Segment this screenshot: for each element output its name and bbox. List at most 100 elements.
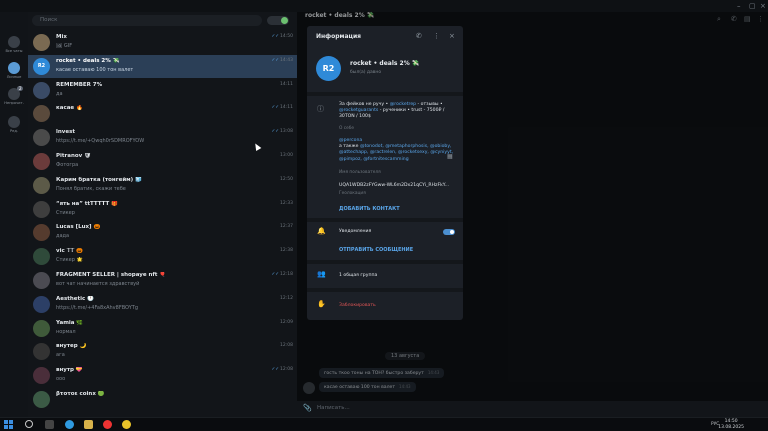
chats-icon (8, 36, 20, 48)
search-icon[interactable] (25, 420, 33, 428)
message-composer[interactable]: 📎 Написать... (297, 401, 768, 417)
avatar (33, 248, 50, 266)
chat-preview: нормал (56, 328, 76, 335)
avatar-initials: R2 (37, 62, 46, 69)
bio-link[interactable]: @rocketguarants (339, 108, 378, 113)
bio-label: О себе (339, 126, 355, 131)
read-check-icon: ✓✓ (271, 57, 279, 63)
block-button[interactable]: Заблокировать (339, 303, 457, 309)
avatar (33, 129, 50, 147)
divider (307, 218, 463, 222)
chat-list-item[interactable]: Aesthetic 🕐 https://t.me/+4Fa8xAhv8FBOYTg… (28, 293, 297, 316)
folder-icon[interactable] (84, 420, 93, 429)
edit-icon (8, 116, 20, 128)
chat-time: 12:18 (280, 272, 293, 277)
phone-icon[interactable]: ✆ (416, 32, 422, 40)
folder-unread[interactable]: 2 Непрочит. (2, 86, 26, 110)
chat-preview: Стикер 🌟 (56, 257, 83, 264)
close-icon[interactable]: × (449, 32, 455, 40)
avatar (33, 153, 50, 170)
chat-list-item[interactable]: REMEMBER 7% да 14:11 (28, 79, 297, 102)
close-window-icon[interactable]: × (760, 2, 766, 10)
divider (307, 92, 463, 96)
chat-preview: Фотогра (56, 162, 79, 168)
folder-personal[interactable]: Личные (2, 62, 26, 84)
chat-time: 13:08 (280, 129, 293, 135)
windows-start-icon[interactable] (4, 420, 13, 429)
qr-code-icon[interactable]: ▦ (447, 153, 453, 160)
read-check-icon: ✓✓ (271, 129, 279, 135)
telegram-icon[interactable] (65, 420, 74, 429)
more-icon[interactable]: ⋮ (433, 32, 440, 40)
clock[interactable]: 14:50 13.08.2025 (718, 419, 744, 430)
status-toggle[interactable] (267, 16, 289, 25)
avatar (33, 176, 50, 194)
task-view-icon[interactable] (45, 420, 54, 429)
folder-all-chats[interactable]: Все чаты (2, 36, 26, 58)
chat-preview: дада (56, 233, 70, 240)
notifications-toggle[interactable] (443, 229, 455, 235)
chat-list-item[interactable]: внутер 🌙 ага 12:08 (28, 340, 297, 363)
chat-time: 12:50 (280, 176, 293, 182)
avatar: R2 (33, 57, 50, 75)
info-panel: Информация ✆ ⋮ × R2 rocket • deals 2% 💸 … (307, 26, 463, 320)
send-message-button[interactable]: ОТПРАВИТЬ СООБЩЕНИЕ (339, 247, 413, 253)
chat-name: Aesthetic 🕐 (56, 295, 95, 302)
title-bar: – ▢ × (0, 0, 768, 12)
minimize-icon[interactable]: – (737, 2, 741, 10)
chat-time: 12:38 (280, 248, 293, 254)
folder-label: Все чаты (5, 49, 23, 53)
usernames-block[interactable]: @percona а также @tonodot, @metaphorphos… (339, 138, 457, 163)
composer-placeholder: Написать... (317, 405, 350, 411)
chat-list-item[interactable]: “ять на” ttTTTTT 🎁 Стикер 12:33 (28, 198, 297, 221)
add-contact-button[interactable]: ДОБАВИТЬ КОНТАКТ (339, 206, 400, 212)
chat-list-item[interactable]: βτοτοε coinx 🟢 (28, 388, 297, 411)
avatar (33, 391, 50, 408)
folder-label: Личные (6, 75, 22, 79)
block-icon: ✋ (317, 300, 326, 308)
chat-time: 14:43 (280, 57, 293, 63)
divider (307, 288, 463, 292)
info-icon: ⓘ (317, 105, 324, 113)
chat-preview: Стикер (56, 209, 75, 216)
chat-list-item[interactable]: Lucas [Lux] 🎃 дада 12:37 (28, 221, 297, 244)
chat-list-item[interactable]: касае 🔥 ✓✓ 14:11 (28, 102, 297, 125)
common-groups-link[interactable]: 1 общая группа (339, 273, 457, 279)
chat-name: “ять на” ttTTTTT 🎁 (56, 200, 119, 207)
chat-name: βτοτοε coinx 🟢 (56, 391, 105, 397)
chat-preview: Понял братик, скажи тебе (56, 185, 126, 192)
bio-link[interactable]: @rocketrep (390, 102, 416, 107)
app-icon[interactable] (122, 420, 131, 429)
chat-preview: вот чат начинается здравствуй (56, 281, 140, 287)
read-check-icon: ✓✓ (271, 367, 279, 373)
chat-list-item[interactable]: Mix 🖼 GIF ✓✓ 14:50 (28, 31, 297, 54)
avatar (33, 34, 50, 51)
chat-list-item[interactable]: FRAGMENT SELLER | shopaye nft 🎈 вот чат н… (28, 269, 297, 292)
username-link[interactable]: @percona (339, 138, 362, 143)
chat-list-item[interactable]: Pitranov 🛡 Фотогра 13:00 (28, 150, 297, 173)
attach-icon[interactable]: 📎 (303, 404, 312, 412)
chat-name: внутер 🌙 (56, 343, 87, 350)
avatar (33, 367, 50, 385)
profile-bio[interactable]: За фейков не ручу • @rocketrep - отзывы … (339, 102, 457, 121)
wallet-address[interactable]: UQA1WDB2zFYGww-WL6m2Dx21qCYi_RHzFkY... (339, 183, 457, 189)
chat-time: 12:08 (280, 343, 293, 349)
folder-edit[interactable]: Ред. (2, 116, 26, 138)
search-input[interactable]: Поиск (32, 15, 262, 26)
chat-list-item[interactable]: Карим братка (тонгейм) 🧊 Понял братик, ск… (28, 174, 297, 197)
wallet-label: Геолокация (339, 191, 366, 196)
chat-preview: https://t.me/+Qwqh0rSDMROFYOW (56, 138, 145, 145)
profile-avatar[interactable]: R2 (316, 56, 341, 81)
yandex-icon[interactable] (103, 420, 112, 429)
chat-name: Yamia 🌿 (56, 319, 84, 326)
chat-list-item[interactable]: внутр 💝 ооо ✓✓ 12:08 (28, 364, 297, 387)
chat-list-item[interactable]: R2 rocket • deals 2% 💸 касае оставаю 100 т… (28, 54, 297, 78)
maximize-icon[interactable]: ▢ (749, 2, 756, 10)
bio-text: - отзывы • (416, 102, 443, 107)
chat-name: lnvest (56, 129, 76, 136)
chat-list-item[interactable]: vic 𝕋𝕋 🎃 Стикер 🌟 12:38 (28, 245, 297, 268)
folder-rail: Все чаты Личные 2 Непрочит. Ред. (0, 12, 28, 417)
chat-list-item[interactable]: Yamia 🌿 нормал 12:09 (28, 317, 297, 340)
avatar (33, 200, 50, 218)
avatar (33, 224, 50, 242)
